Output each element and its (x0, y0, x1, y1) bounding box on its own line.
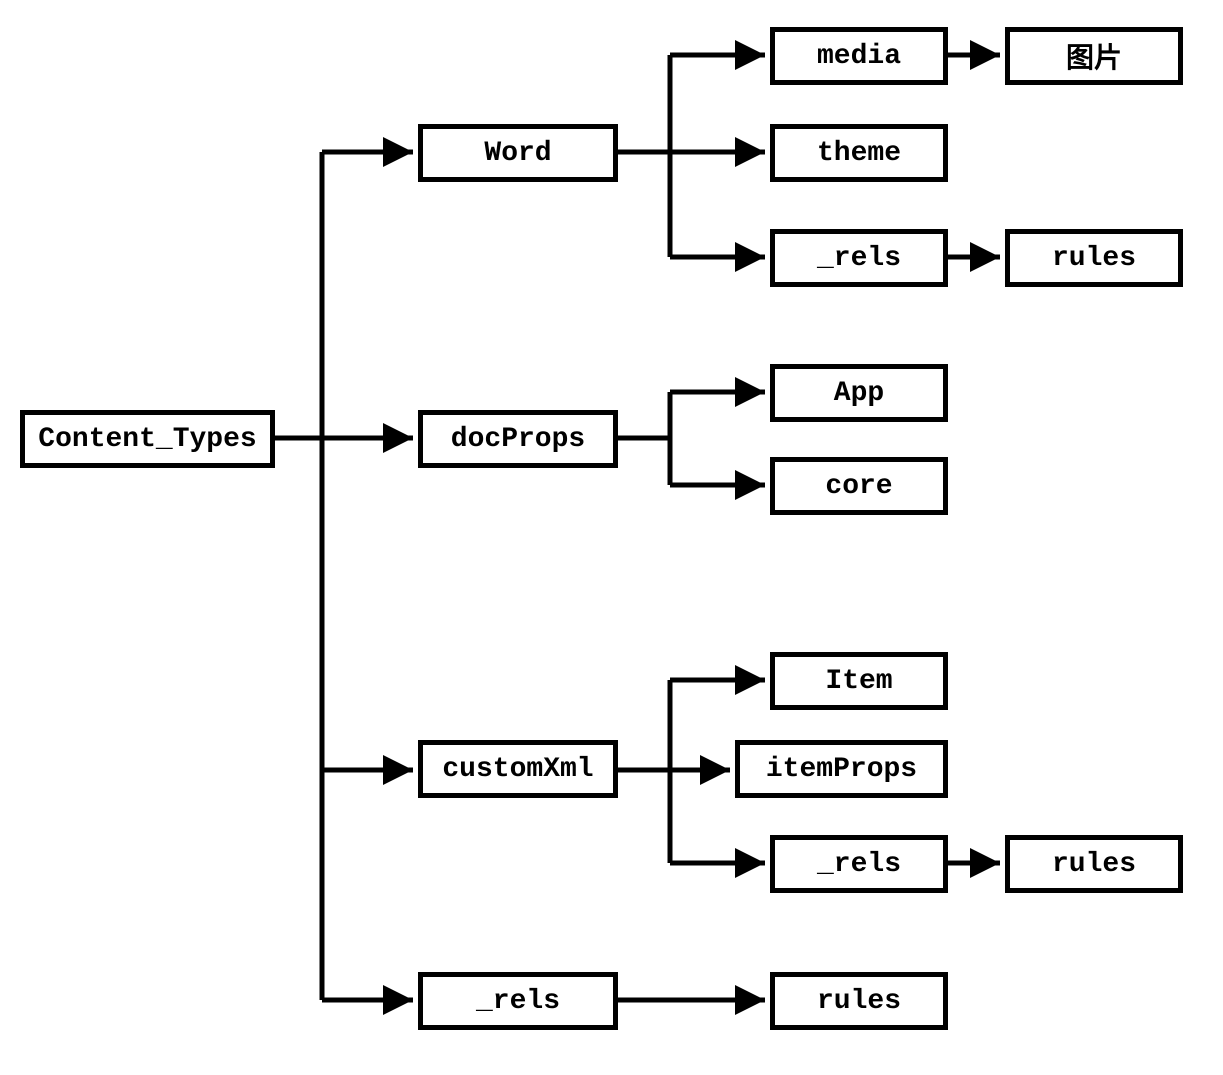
node-label: _rels (817, 849, 901, 880)
node-label: Word (484, 138, 551, 169)
node-customxml-rels: _rels (770, 835, 948, 893)
node-customxml: customXml (418, 740, 618, 798)
node-bottom-rules: rules (770, 972, 948, 1030)
node-itemprops: itemProps (735, 740, 948, 798)
node-label: rules (817, 986, 901, 1017)
node-word-rules: rules (1005, 229, 1183, 287)
node-label: _rels (476, 986, 560, 1017)
node-label: core (825, 471, 892, 502)
node-customxml-rules: rules (1005, 835, 1183, 893)
node-label: Item (825, 666, 892, 697)
node-image: 图片 (1005, 27, 1183, 85)
node-app: App (770, 364, 948, 422)
node-label: 图片 (1066, 36, 1122, 76)
node-label: media (817, 41, 901, 72)
node-label: theme (817, 138, 901, 169)
node-label: _rels (817, 243, 901, 274)
node-label: rules (1052, 849, 1136, 880)
node-media: media (770, 27, 948, 85)
node-label: rules (1052, 243, 1136, 274)
node-label: customXml (442, 754, 593, 785)
node-rels: _rels (418, 972, 618, 1030)
node-label: docProps (451, 424, 585, 455)
node-docprops: docProps (418, 410, 618, 468)
node-item: Item (770, 652, 948, 710)
node-theme: theme (770, 124, 948, 182)
node-content-types: Content_Types (20, 410, 275, 468)
node-word-rels: _rels (770, 229, 948, 287)
node-label: itemProps (766, 754, 917, 785)
node-label: Content_Types (38, 424, 256, 455)
node-label: App (834, 378, 884, 409)
node-core: core (770, 457, 948, 515)
node-word: Word (418, 124, 618, 182)
